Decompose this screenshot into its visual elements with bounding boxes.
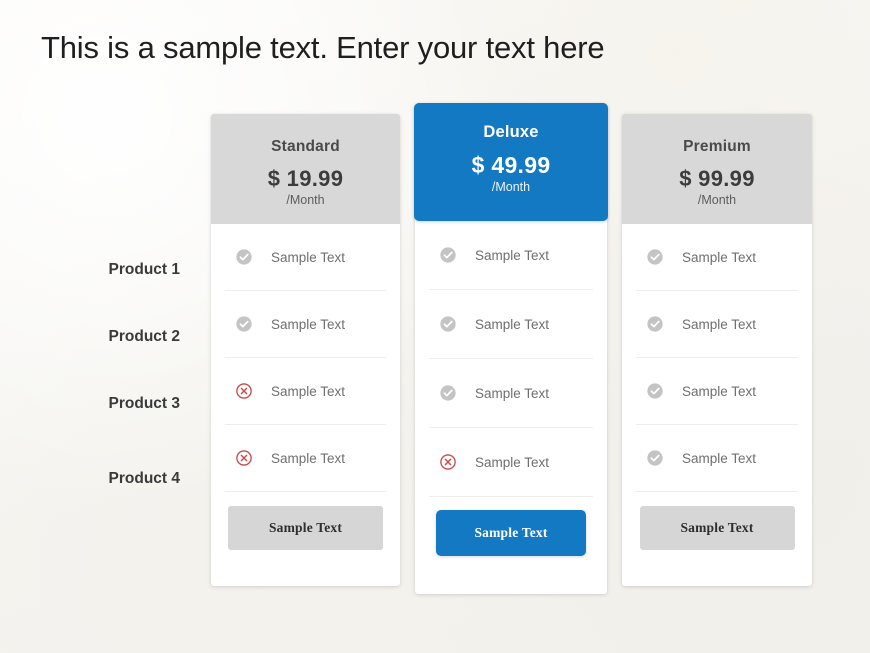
cross-circle-icon [236,450,252,466]
pricing-card-standard[interactable]: Standard $ 19.99 /Month Sample Text Samp… [211,114,400,586]
cta-button-standard[interactable]: Sample Text [228,506,383,550]
plan-period-premium: /Month [697,193,737,207]
feature-text: Sample Text [682,316,757,332]
feature-text: Sample Text [271,316,346,332]
card-footer-premium: Sample Text [636,492,798,564]
card-body-deluxe: Sample Text Sample Text Sample Text Samp… [415,221,607,594]
plan-price-standard: $ 19.99 [267,166,344,191]
product-label-4: Product 4 [108,469,180,487]
card-header-premium: Premium $ 99.99 /Month [622,114,812,224]
plan-name-premium: Premium [683,138,751,155]
plan-price-premium: $ 99.99 [679,166,755,191]
page-title: This is a sample text. Enter your text h… [41,30,605,65]
feature-text: Sample Text [475,316,550,332]
check-circle-icon [440,316,456,332]
check-circle-icon [236,249,252,265]
card-body-premium: Sample Text Sample Text Sample Text Samp… [622,224,812,586]
feature-row: Sample Text [225,291,386,358]
product-label-3: Product 3 [108,394,180,412]
card-header-deluxe: Deluxe $ 49.99 /Month [414,103,608,221]
card-body-standard: Sample Text Sample Text Sample Text Samp… [211,224,400,586]
feature-row: Sample Text [636,358,798,425]
feature-text: Sample Text [475,385,550,401]
feature-row: Sample Text [225,224,386,291]
feature-text: Sample Text [682,450,757,466]
cross-circle-icon [440,454,456,470]
feature-text: Sample Text [271,450,346,466]
product-label-1: Product 1 [108,260,180,278]
pricing-card-premium[interactable]: Premium $ 99.99 /Month Sample Text Sampl… [622,114,812,586]
feature-text: Sample Text [475,247,550,263]
feature-row: Sample Text [225,358,386,425]
feature-text: Sample Text [475,454,550,470]
check-circle-icon [236,316,252,332]
feature-row: Sample Text [429,359,593,428]
check-circle-icon [440,385,456,401]
card-footer-deluxe: Sample Text [429,497,593,569]
plan-price-deluxe: $ 49.99 [471,152,551,178]
feature-row: Sample Text [429,428,593,497]
plan-period-standard: /Month [286,193,325,207]
feature-row: Sample Text [225,425,386,492]
feature-text: Sample Text [271,249,346,265]
product-label-rail: Product 1 Product 2 Product 3 Product 4 [0,236,200,512]
cta-button-deluxe[interactable]: Sample Text [436,510,586,556]
feature-row: Sample Text [429,290,593,359]
feature-row: Sample Text [429,221,593,290]
check-circle-icon [440,247,456,263]
feature-text: Sample Text [682,249,757,265]
check-circle-icon [647,450,663,466]
check-circle-icon [647,316,663,332]
cross-circle-icon [236,383,252,399]
plan-period-deluxe: /Month [491,180,531,194]
check-circle-icon [647,383,663,399]
feature-row: Sample Text [636,425,798,492]
card-footer-standard: Sample Text [225,492,386,564]
pricing-cards-container: Standard $ 19.99 /Month Sample Text Samp… [211,103,831,594]
card-header-standard: Standard $ 19.99 /Month [211,114,400,224]
cta-button-premium[interactable]: Sample Text [639,506,795,550]
feature-text: Sample Text [271,383,346,399]
feature-text: Sample Text [682,383,757,399]
product-label-2: Product 2 [108,327,180,345]
feature-row: Sample Text [636,291,798,358]
plan-name-standard: Standard [271,138,340,155]
plan-name-deluxe: Deluxe [483,123,539,141]
pricing-card-deluxe[interactable]: Deluxe $ 49.99 /Month Sample Text Sample… [414,103,608,594]
check-circle-icon [647,249,663,265]
feature-row: Sample Text [636,224,798,291]
